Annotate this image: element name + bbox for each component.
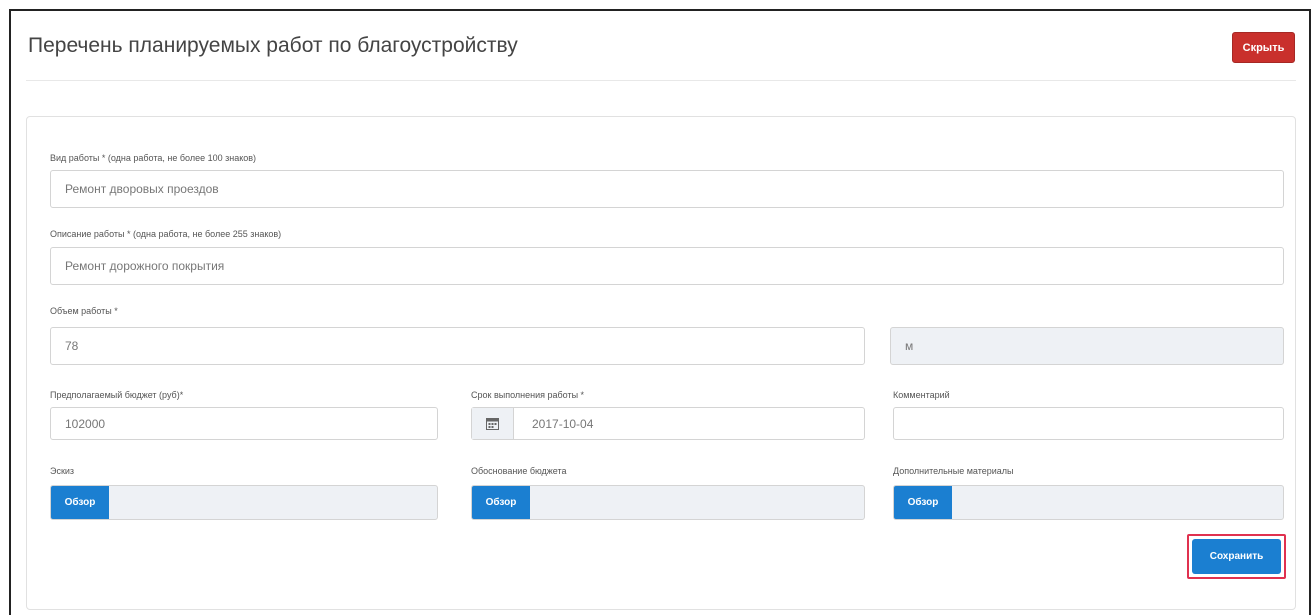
sketch-browse-button[interactable]: Обзор [51,486,109,519]
budget-justification-file-field: Обзор [471,485,865,520]
additional-materials-file-field: Обзор [893,485,1284,520]
deadline-field[interactable]: 2017-10-04 [471,407,865,440]
budget-justification-label: Обоснование бюджета [471,466,567,476]
deadline-input[interactable]: 2017-10-04 [514,408,593,439]
additional-materials-label: Дополнительные материалы [893,466,1014,476]
calendar-icon[interactable] [472,408,514,439]
work-volume-input[interactable]: 78 [50,327,865,365]
comment-input[interactable] [893,407,1284,440]
deadline-label: Срок выполнения работы * [471,390,585,400]
header-divider [26,80,1296,81]
hide-button[interactable]: Скрыть [1232,32,1295,63]
work-type-label: Вид работы * (одна работа, не более 100 … [50,153,257,163]
work-description-label: Описание работы * (одна работа, не более… [50,229,282,239]
work-volume-label: Объем работы * [50,306,118,316]
additional-materials-browse-button[interactable]: Обзор [894,486,952,519]
budget-input[interactable]: 102000 [50,407,438,440]
page-title: Перечень планируемых работ по благоустро… [28,34,518,57]
work-type-input[interactable]: Ремонт дворовых проездов [50,170,1284,208]
budget-justification-browse-button[interactable]: Обзор [472,486,530,519]
save-button[interactable]: Сохранить [1192,539,1281,574]
comment-label: Комментарий [893,390,950,400]
work-description-input[interactable]: Ремонт дорожного покрытия [50,247,1284,285]
sketch-file-field: Обзор [50,485,438,520]
budget-label: Предполагаемый бюджет (руб)* [50,390,184,400]
sketch-label: Эскиз [50,466,75,476]
unit-field: м [890,327,1284,365]
